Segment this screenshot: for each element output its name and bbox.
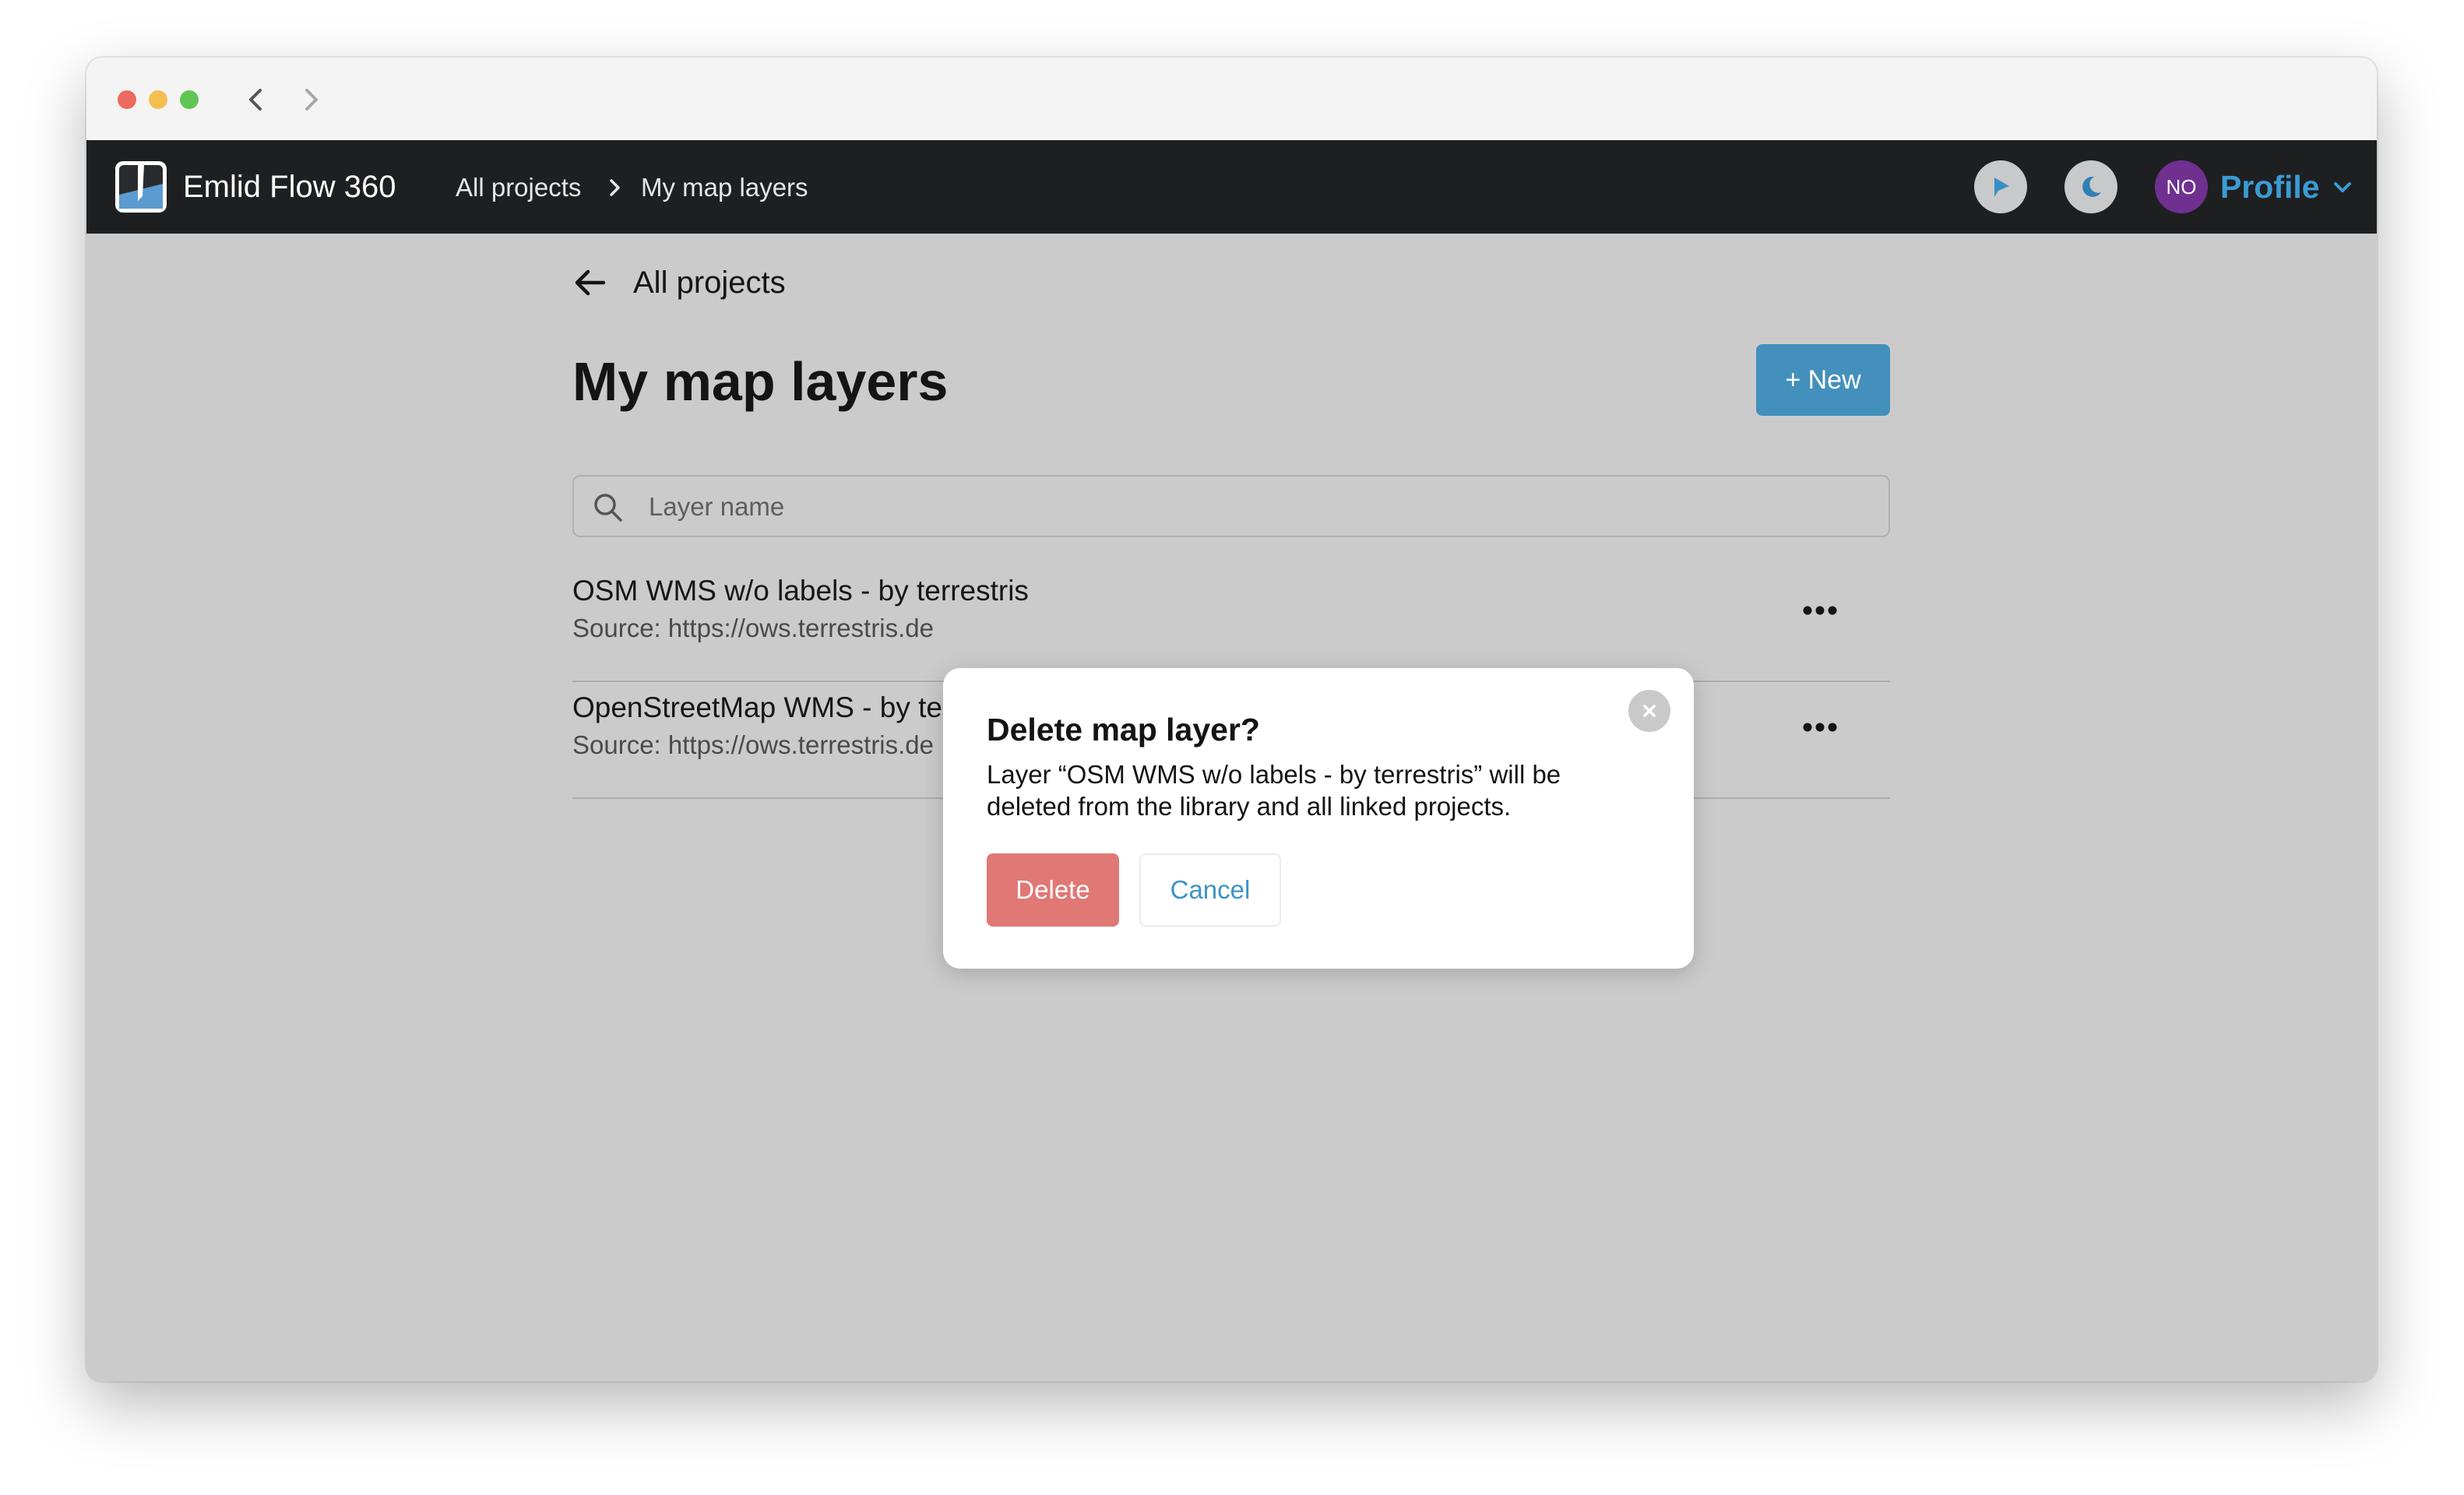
layer-name: OSM WMS w/o labels - by terrestris (572, 575, 1029, 607)
window-titlebar (86, 58, 2377, 141)
chevron-down-icon[interactable] (2331, 178, 2354, 198)
search-box (572, 475, 1890, 537)
close-icon (1643, 705, 1656, 717)
app-header: Emlid Flow 360 All projects My map layer… (86, 140, 2377, 234)
delete-layer-dialog: Delete map layer? Layer “OSM WMS w/o lab… (943, 668, 1694, 969)
more-options-icon[interactable] (1795, 707, 1845, 748)
back-arrow-icon[interactable] (571, 263, 610, 302)
layer-source: Source: https://ows.terrestris.de (572, 614, 935, 642)
tutorial-button[interactable] (1974, 160, 2027, 213)
nav-forward-icon[interactable] (292, 81, 329, 118)
more-options-icon[interactable] (1795, 590, 1845, 631)
moon-icon (2082, 176, 2101, 197)
play-icon (1994, 178, 2009, 197)
close-dialog-button[interactable] (1628, 690, 1670, 732)
profile-menu-button[interactable]: Profile (2220, 165, 2320, 209)
delete-button[interactable]: Delete (987, 853, 1119, 927)
dialog-message: Layer “OSM WMS w/o labels - by terrestri… (987, 760, 1561, 821)
app-name[interactable]: Emlid Flow 360 (183, 167, 396, 207)
back-to-projects-link[interactable]: All projects (633, 262, 786, 304)
breadcrumb-all-projects[interactable]: All projects (456, 171, 581, 204)
breadcrumb-chevron-icon (610, 179, 620, 196)
minimize-window-button[interactable] (149, 90, 167, 109)
search-icon (594, 494, 622, 522)
page-title: My map layers (572, 351, 949, 412)
avatar[interactable]: NO (2155, 160, 2208, 213)
search-input[interactable] (647, 484, 1865, 529)
layer-source: Source: https://ows.terrestris.de (572, 730, 935, 759)
maximize-window-button[interactable] (180, 90, 199, 109)
dialog-title: Delete map layer? (987, 712, 1260, 748)
cancel-button[interactable]: Cancel (1139, 853, 1281, 927)
breadcrumb-current: My map layers (641, 173, 808, 202)
new-layer-button[interactable]: + New (1756, 344, 1890, 416)
layer-row[interactable]: OSM WMS w/o labels - by terrestris Sourc… (572, 564, 1890, 682)
close-window-button[interactable] (118, 90, 136, 109)
nav-back-icon[interactable] (238, 81, 275, 118)
browser-window: Emlid Flow 360 All projects My map layer… (86, 58, 2377, 1381)
emlid-logo-icon[interactable] (114, 160, 167, 213)
theme-toggle-button[interactable] (2064, 160, 2117, 213)
